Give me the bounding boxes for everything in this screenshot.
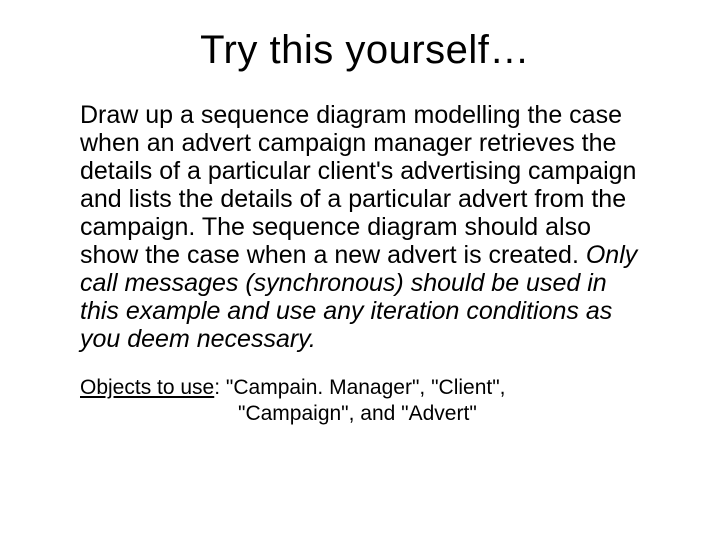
objects-line2: "Campaign", and "Advert"	[80, 401, 477, 427]
instruction-paragraph: Draw up a sequence diagram modelling the…	[80, 101, 650, 353]
objects-paragraph: Objects to use: "Campain. Manager", "Cli…	[80, 375, 650, 428]
objects-line1: "Campain. Manager", "Client",	[226, 376, 506, 399]
instruction-text: Draw up a sequence diagram modelling the…	[80, 101, 636, 269]
objects-colon: :	[214, 376, 226, 399]
objects-label: Objects to use	[80, 376, 214, 399]
slide: Try this yourself… Draw up a sequence di…	[0, 0, 720, 540]
slide-title: Try this yourself…	[80, 28, 650, 73]
